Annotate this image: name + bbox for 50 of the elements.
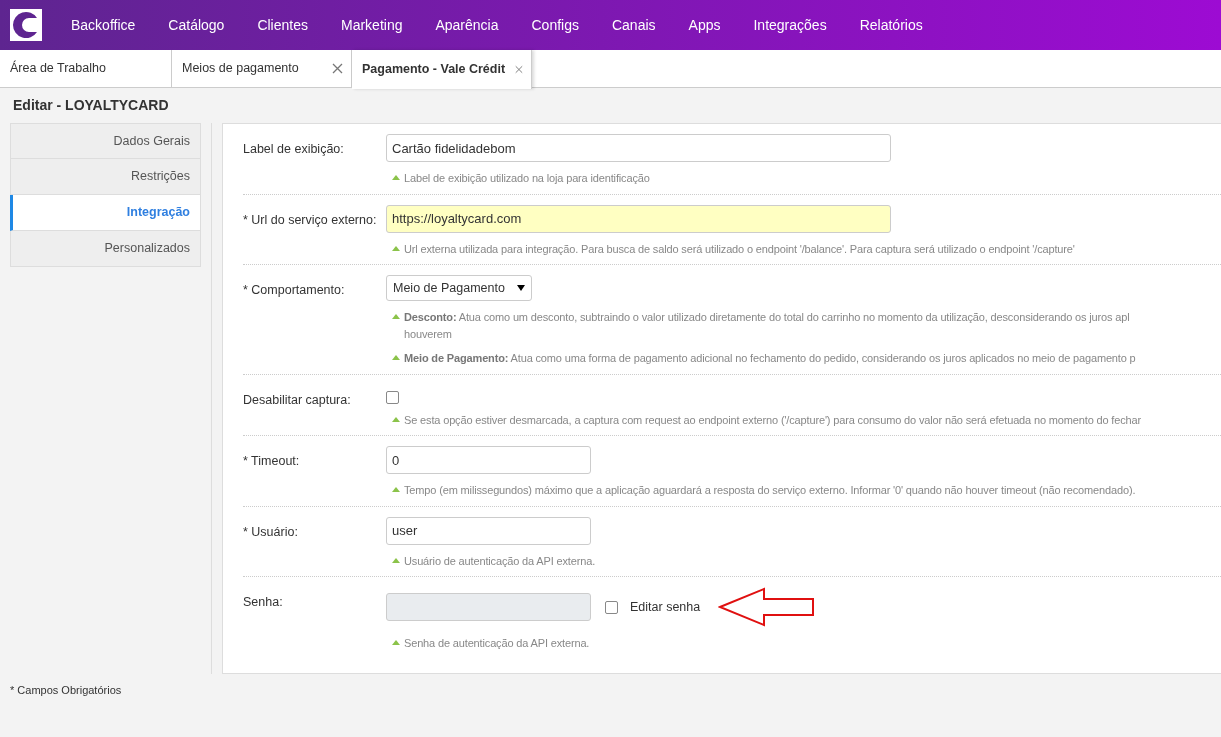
- triangle-icon: [392, 416, 400, 422]
- help-text: Desconto: Atua como um desconto, subtraindo o valor utilizado diretamente do total do carrinho no momento da utilização, desconsiderando os juros apl houverem: [404, 310, 1130, 342]
- field-label: * Usuário:: [243, 523, 299, 541]
- nav-link[interactable]: Configs: [531, 14, 579, 36]
- triangle-icon: [392, 557, 400, 563]
- nav-link[interactable]: Catálogo: [168, 14, 225, 36]
- nav-link[interactable]: Marketing: [341, 14, 403, 36]
- help-text: Usuário de autenticação da API externa.: [404, 553, 596, 569]
- input-field[interactable]: Cartão fidelidadebom: [386, 134, 891, 162]
- input-field[interactable]: 0: [386, 446, 591, 474]
- nav-link[interactable]: Clientes: [257, 14, 308, 36]
- sidebar-item[interactable]: Dados Gerais: [10, 123, 201, 159]
- help-text: Label de exibição utilizado na loja para identificação: [404, 171, 650, 186]
- help-text: Meio de Pagamento: Atua como uma forma de pagamento adicional no fechamento do pedido, considerando os juros aplicados no meio de pagamento p: [404, 351, 1136, 366]
- field-label: Desabilitar captura:: [243, 391, 352, 409]
- field-label: * Timeout:: [243, 453, 301, 470]
- nav-link[interactable]: Backoffice: [71, 14, 136, 36]
- footer-note: * Campos Obrigatórios: [9, 682, 123, 698]
- help-text: Url externa utilizada para integração. Para busca de saldo será utilizado o endpoint '/balance'. Para captura será utilizado o endpoint '/capture': [404, 241, 1075, 257]
- close-icon[interactable]: [515, 64, 523, 75]
- nav-link[interactable]: Relatórios: [859, 14, 923, 36]
- sidebar-item[interactable]: Restrições: [10, 159, 201, 195]
- nav-link[interactable]: Aparência: [435, 14, 499, 36]
- field-label: Senha:: [243, 594, 284, 611]
- select-field[interactable]: Meio de Pagamento: [386, 275, 532, 301]
- input-field[interactable]: https://loyaltycard.com: [386, 204, 891, 233]
- help-text: Senha de autenticação da API externa.: [404, 636, 590, 651]
- field-label: * Comportamento:: [243, 282, 346, 299]
- page-title: Editar - LOYALTYCARD: [12, 96, 170, 115]
- checkbox[interactable]: [386, 390, 399, 404]
- sidebar-item[interactable]: Personalizados: [10, 231, 201, 267]
- caret-icon: [516, 285, 525, 291]
- field-label: * Url do serviço externo:: [243, 211, 378, 229]
- triangle-icon: [392, 355, 400, 360]
- nav-link[interactable]: Canais: [611, 14, 656, 36]
- nav-link[interactable]: Apps: [688, 14, 721, 36]
- sidebar-item[interactable]: Integração: [10, 195, 201, 231]
- triangle-icon: [392, 245, 400, 251]
- checkbox-label: Editar senha: [630, 598, 701, 616]
- triangle-icon: [392, 487, 400, 492]
- help-text: Se esta opção estiver desmarcada, a captura com request ao endpoint externo ('/capture') para consumo do valor não será efetuada no momento do fechar: [404, 412, 1142, 428]
- tab[interactable]: Pagamento - Vale Crédit: [352, 50, 532, 89]
- help-text: Tempo (em milissegundos) máximo que a aplicação aguardará a resposta do serviço externo. Informar '0' quando não houver timeout (não recomendado).: [404, 483, 1136, 498]
- input-field[interactable]: user: [386, 516, 591, 545]
- triangle-icon: [392, 640, 400, 645]
- triangle-icon: [392, 314, 400, 319]
- triangle-icon: [392, 175, 400, 180]
- nav-link[interactable]: Integrações: [753, 14, 827, 36]
- close-icon[interactable]: [332, 63, 343, 74]
- field-label: Label de exibição:: [243, 141, 345, 158]
